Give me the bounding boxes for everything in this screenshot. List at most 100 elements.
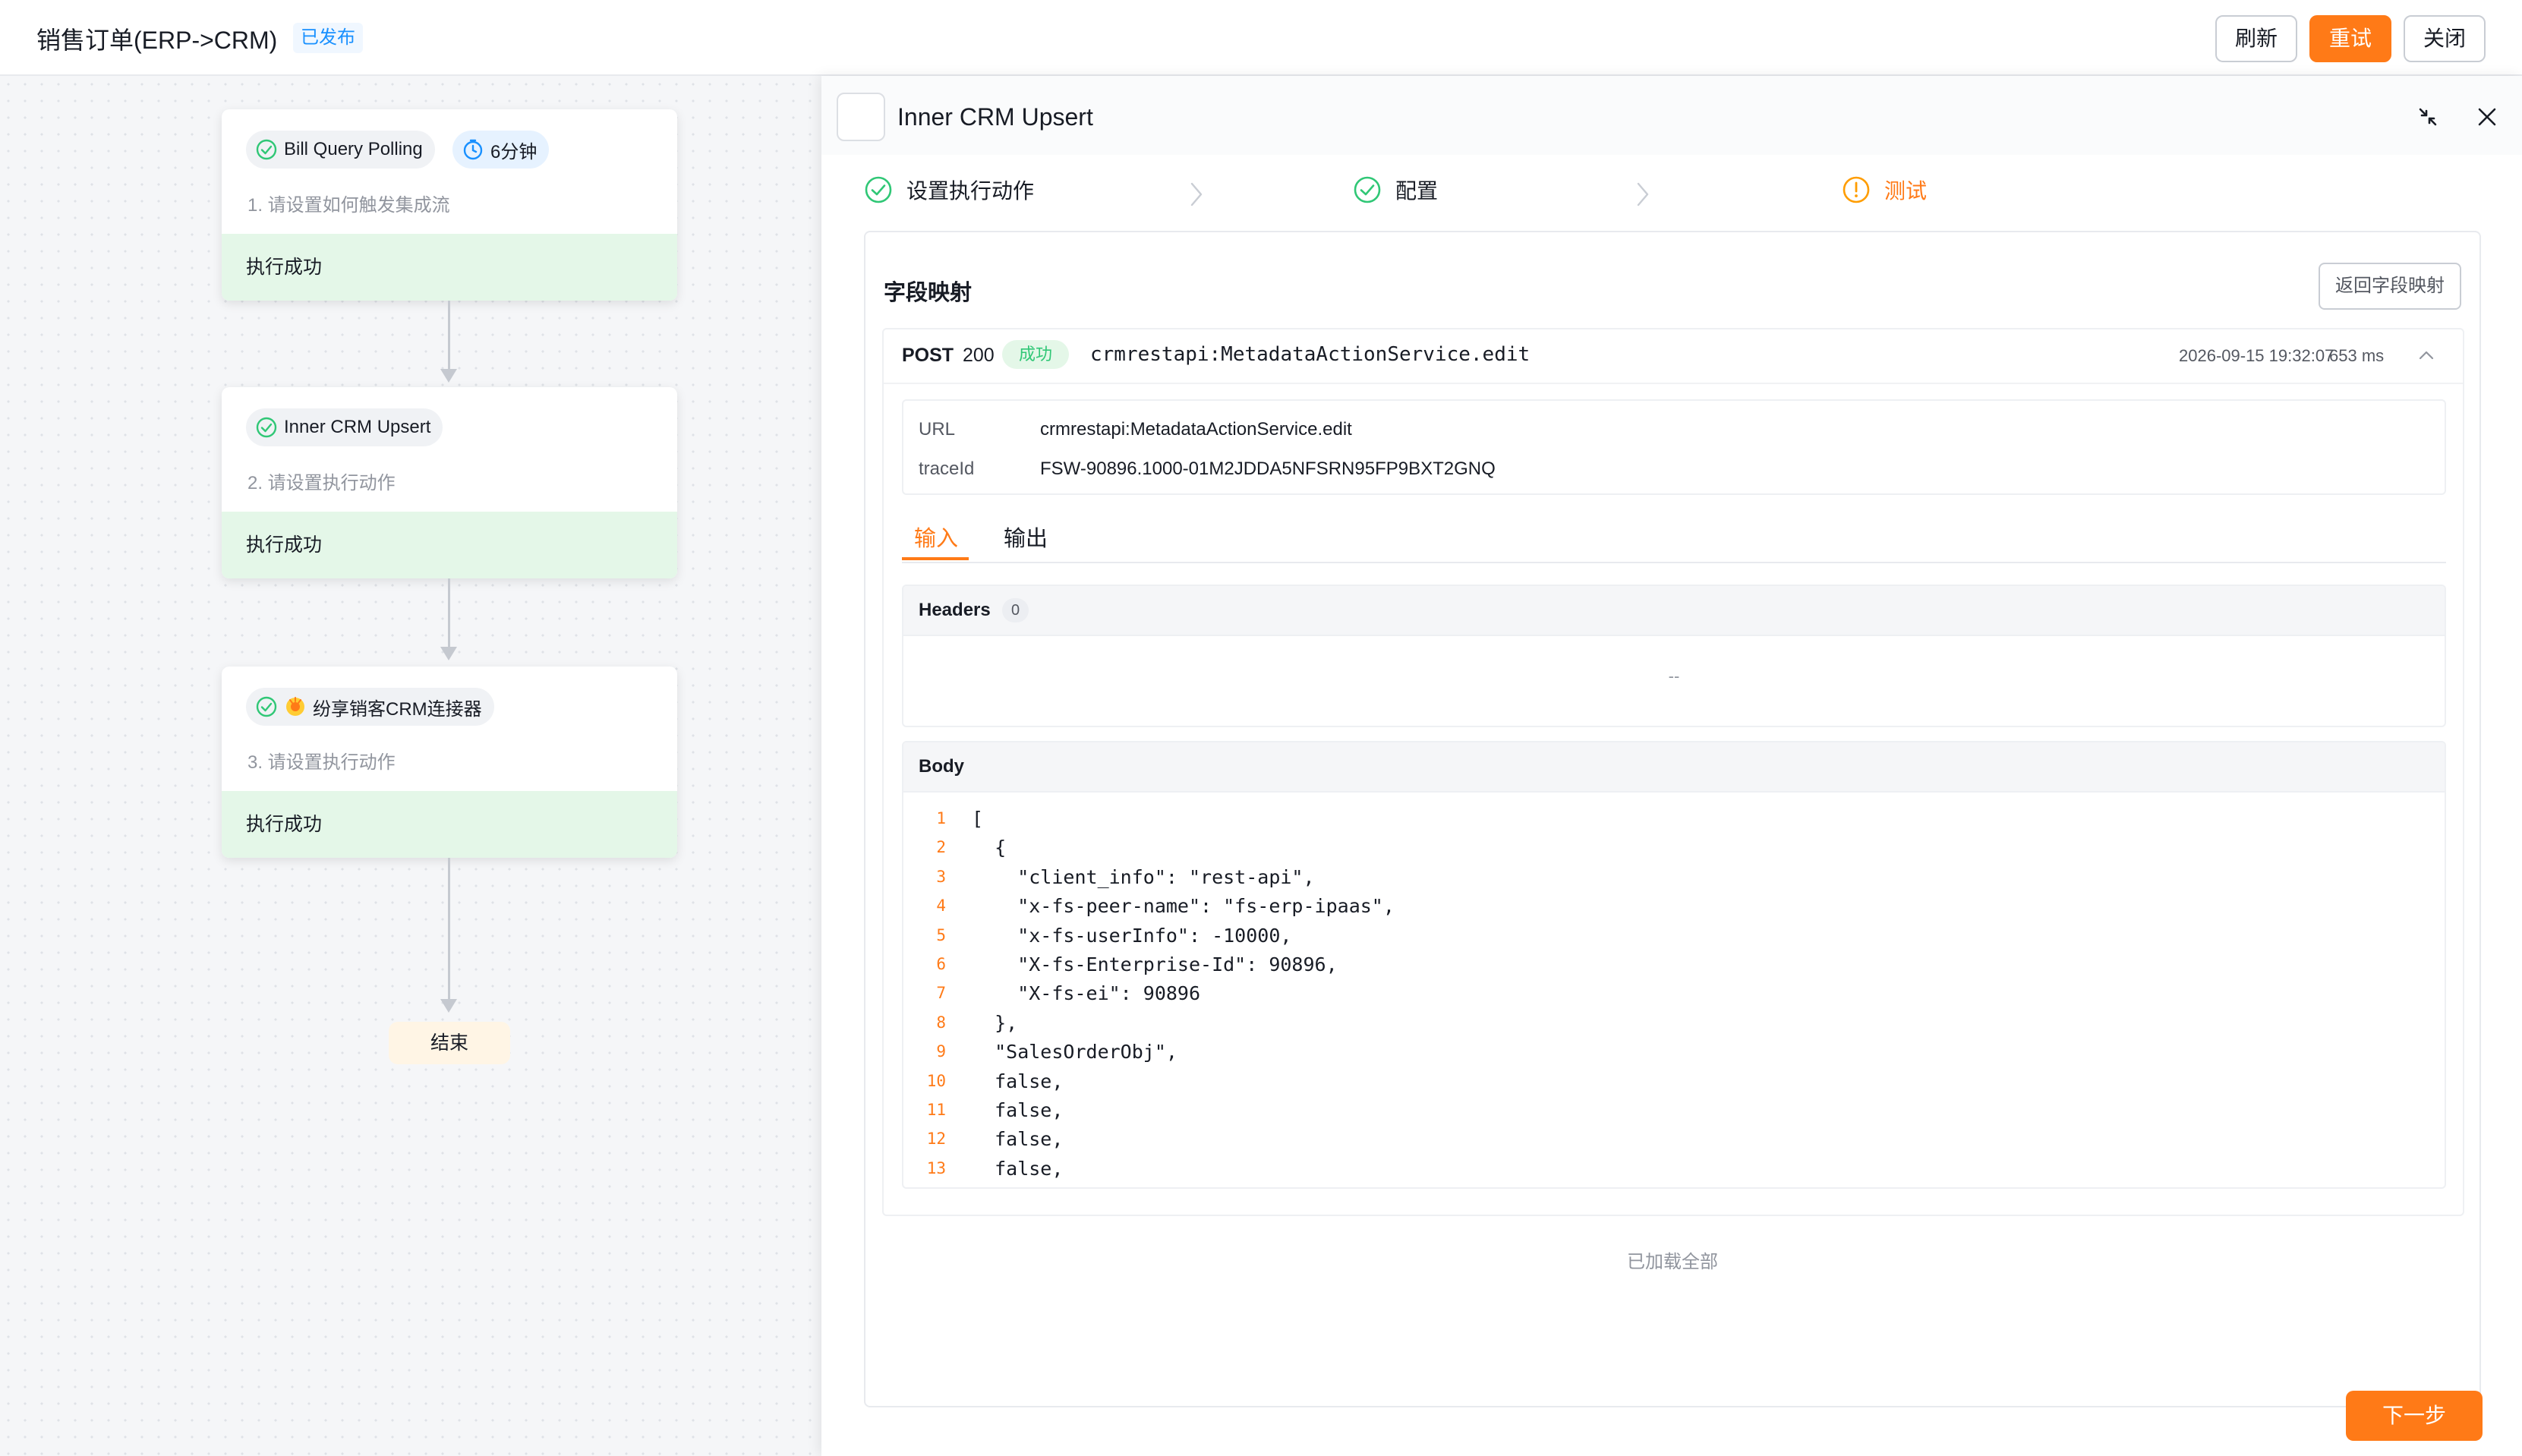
http-status-code: 200 bbox=[963, 345, 995, 366]
node-description: 2. 请设置执行动作 bbox=[247, 473, 396, 493]
line-content: { bbox=[972, 837, 1007, 859]
json-code-viewer[interactable]: 1[2 {3 "client_info": "rest-api", 4 "x-fs… bbox=[903, 793, 2445, 1187]
node-chip-label: 纷享销客CRM连接器 bbox=[313, 698, 482, 720]
line-content: }, bbox=[972, 1011, 1018, 1034]
node-chip-label: Inner CRM Upsert bbox=[284, 417, 431, 437]
headers-section-header: Headers 0 bbox=[903, 586, 2445, 636]
code-line: 14 { bbox=[903, 1183, 2445, 1187]
check-circle-icon bbox=[256, 139, 277, 160]
trace-id-label: traceId bbox=[919, 459, 975, 479]
chevron-up-icon[interactable] bbox=[2416, 345, 2437, 366]
line-number: 13 bbox=[926, 1158, 946, 1177]
line-content: [ bbox=[972, 808, 984, 830]
url-label: URL bbox=[919, 419, 956, 440]
node-result: 执行成功 bbox=[222, 512, 677, 578]
retry-button[interactable]: 重试 bbox=[2309, 15, 2391, 62]
warning-circle-icon bbox=[1843, 176, 1870, 203]
check-circle-icon bbox=[256, 417, 277, 438]
check-circle-icon bbox=[865, 176, 892, 203]
arrow-down-icon bbox=[440, 647, 457, 660]
refresh-button[interactable]: 刷新 bbox=[2215, 15, 2297, 62]
line-content: "x-fs-userInfo": -10000, bbox=[972, 924, 1292, 947]
timer-label: 6分钟 bbox=[490, 141, 538, 162]
flow-end-node[interactable]: 结束 bbox=[389, 1022, 510, 1064]
step-test[interactable]: 测试 bbox=[1842, 175, 1927, 205]
code-line: 11 false, bbox=[903, 1096, 2445, 1125]
tab-output[interactable]: 输出 bbox=[1004, 521, 1048, 553]
code-line: 13 false, bbox=[903, 1155, 2445, 1183]
step-label: 配置 bbox=[1395, 179, 1439, 203]
tab-input[interactable]: 输入 bbox=[914, 521, 958, 553]
step-set-action[interactable]: 设置执行动作 bbox=[864, 175, 1034, 205]
check-circle-icon bbox=[1354, 176, 1381, 203]
close-icon[interactable] bbox=[2473, 103, 2501, 131]
timer-chip: 6分钟 bbox=[452, 131, 550, 169]
code-line: 2 { bbox=[903, 834, 2445, 862]
node-chip-label: Bill Query Polling bbox=[284, 139, 423, 159]
collapse-icon[interactable] bbox=[2414, 103, 2442, 131]
request-duration: 653 ms bbox=[2329, 346, 2385, 365]
url-value: crmrestapi:MetadataActionService.edit bbox=[1040, 419, 1352, 440]
success-badge: 成功 bbox=[1002, 340, 1070, 369]
node-result: 执行成功 bbox=[222, 234, 677, 301]
body-section-header: Body bbox=[903, 742, 2445, 793]
code-line: 5 "x-fs-userInfo": -10000, bbox=[903, 922, 2445, 950]
node-description: 3. 请设置执行动作 bbox=[247, 752, 396, 773]
code-line: 3 "client_info": "rest-api", bbox=[903, 863, 2445, 892]
panel-title: 字段映射 bbox=[884, 281, 973, 305]
flow-node-crm-connector[interactable]: 纷享销客CRM连接器 3. 请设置执行动作 执行成功 bbox=[222, 667, 677, 858]
line-content: "X-fs-Enterprise-Id": 90896, bbox=[972, 953, 1338, 975]
line-number: 2 bbox=[936, 838, 946, 857]
connector-logo-icon bbox=[286, 697, 304, 716]
flow-canvas[interactable]: Bill Query Polling 6分钟 1. 请设置如何触发集成流 执行成… bbox=[0, 76, 821, 1456]
line-number: 9 bbox=[936, 1042, 946, 1061]
connector-line bbox=[448, 858, 450, 1001]
line-content: "X-fs-ei": 90896 bbox=[972, 982, 1201, 1005]
line-content: "x-fs-peer-name": "fs-erp-ipaas", bbox=[972, 895, 1395, 918]
code-line: 12 false, bbox=[903, 1125, 2445, 1154]
flow-node-inner-crm-upsert[interactable]: Inner CRM Upsert 2. 请设置执行动作 执行成功 bbox=[222, 387, 677, 578]
next-step-button[interactable]: 下一步 bbox=[2346, 1391, 2483, 1441]
line-content: "client_info": "rest-api", bbox=[972, 865, 1315, 888]
line-content: false, bbox=[972, 1070, 1064, 1092]
back-to-mapping-button[interactable]: 返回字段映射 bbox=[2319, 263, 2461, 310]
line-content: false, bbox=[972, 1128, 1064, 1151]
request-meta: URL crmrestapi:MetadataActionService.edi… bbox=[902, 399, 2446, 495]
code-line: 7 "X-fs-ei": 90896 bbox=[903, 979, 2445, 1008]
line-number: 3 bbox=[936, 867, 946, 886]
step-config[interactable]: 配置 bbox=[1353, 175, 1438, 205]
arrow-down-icon bbox=[440, 999, 457, 1013]
code-line: 9 "SalesOrderObj", bbox=[903, 1038, 2445, 1067]
code-line: 1[ bbox=[903, 805, 2445, 834]
line-number: 8 bbox=[936, 1013, 946, 1032]
headers-title: Headers bbox=[919, 600, 991, 620]
line-number: 6 bbox=[936, 955, 946, 973]
step-label: 测试 bbox=[1884, 179, 1928, 203]
line-number: 5 bbox=[936, 925, 946, 944]
flow-node-trigger[interactable]: Bill Query Polling 6分钟 1. 请设置如何触发集成流 执行成… bbox=[222, 109, 677, 301]
timer-icon bbox=[463, 139, 483, 160]
headers-empty: -- bbox=[1668, 667, 1680, 685]
request-summary-row[interactable]: POST 200 成功 crmrestapi:MetadataActionSer… bbox=[884, 329, 2463, 384]
top-bar: 销售订单(ERP->CRM) 已发布 刷新 重试 关闭 bbox=[0, 0, 2522, 76]
line-number: 12 bbox=[926, 1130, 946, 1149]
page-title: 销售订单(ERP->CRM) bbox=[36, 27, 278, 54]
loaded-all-text: 已加载全部 bbox=[1627, 1252, 1718, 1272]
line-number: 7 bbox=[936, 984, 946, 1003]
check-circle-icon bbox=[256, 696, 277, 717]
code-line: 6 "X-fs-Enterprise-Id": 90896, bbox=[903, 950, 2445, 979]
connector-line bbox=[448, 578, 450, 648]
code-line: 10 false, bbox=[903, 1067, 2445, 1096]
step-label: 设置执行动作 bbox=[906, 179, 1035, 203]
headers-section: Headers 0 -- bbox=[902, 585, 2446, 727]
code-line: 8 }, bbox=[903, 1009, 2445, 1038]
close-button[interactable]: 关闭 bbox=[2404, 15, 2486, 62]
node-description: 1. 请设置如何触发集成流 bbox=[247, 195, 450, 216]
body-section: Body 1[2 {3 "client_info": "rest-api", 4 … bbox=[902, 741, 2446, 1189]
line-content: false, bbox=[972, 1099, 1064, 1121]
connector-line bbox=[448, 301, 450, 370]
io-tabs: 输入 输出 bbox=[902, 510, 2446, 563]
line-number: 10 bbox=[926, 1071, 946, 1090]
line-content: false, bbox=[972, 1157, 1064, 1180]
step-indicator: 设置执行动作 配置 测试 bbox=[821, 155, 2522, 231]
